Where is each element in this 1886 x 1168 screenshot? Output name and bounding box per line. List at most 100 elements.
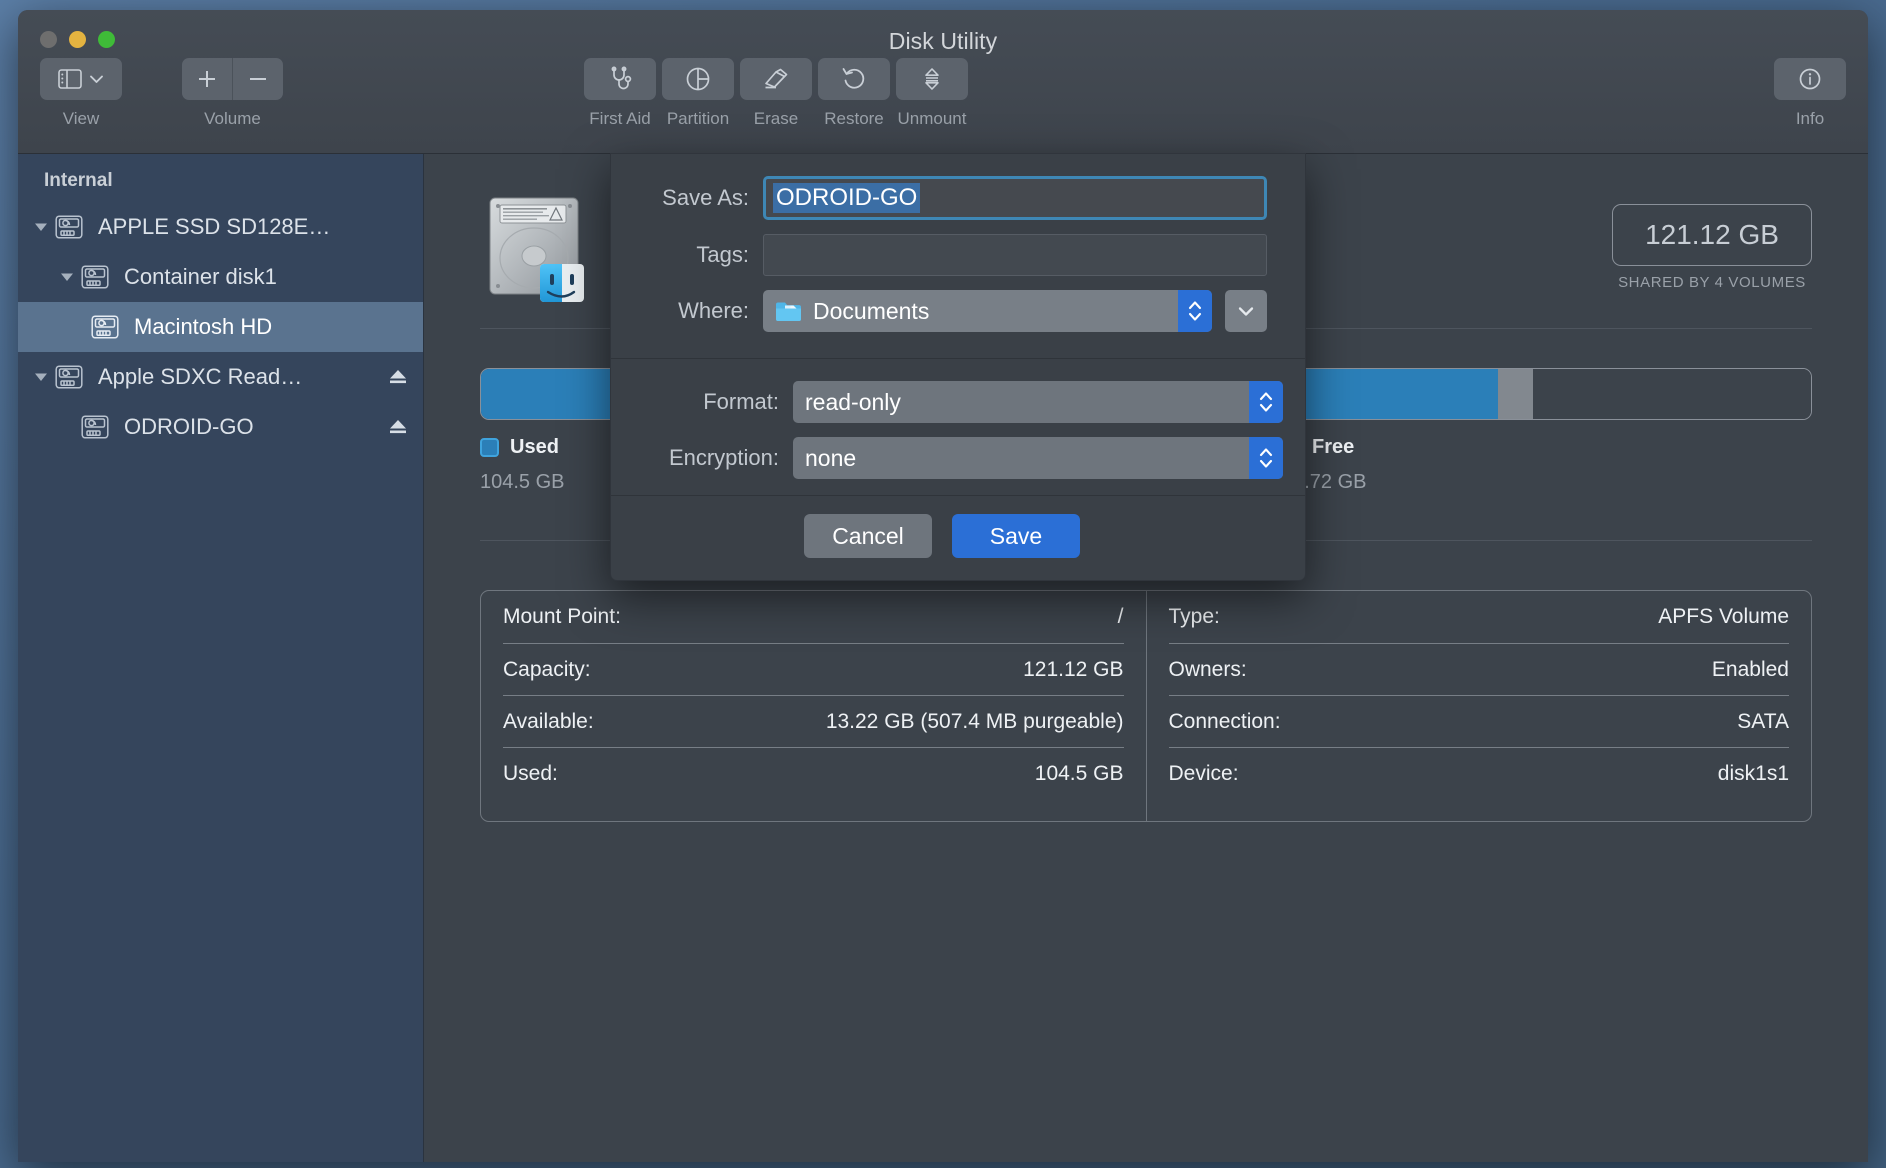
capacity-badge: 121.12 GB <box>1612 204 1812 266</box>
where-label: Where: <box>633 298 763 324</box>
sidebar-item-macintosh-hd[interactable]: Macintosh HD <box>18 302 423 352</box>
legend-used: Used 104.5 GB <box>480 436 565 494</box>
save-dialog-buttons: Cancel Save <box>611 496 1305 580</box>
info-row: Owners: Enabled <box>1169 643 1790 695</box>
erase-button[interactable] <box>740 58 812 100</box>
undo-arrow-icon <box>841 66 867 92</box>
format-popup-button[interactable]: read-only <box>793 381 1283 423</box>
info-key: Mount Point: <box>503 605 621 629</box>
info-key: Connection: <box>1169 710 1281 734</box>
sidebar-item-apple-ssd[interactable]: APPLE SSD SD128E… <box>18 202 423 252</box>
sidebar-item-odroid-go[interactable]: ODROID-GO <box>18 402 423 452</box>
info-label: Info <box>1796 109 1824 129</box>
save-button[interactable]: Save <box>952 514 1080 558</box>
info-row: Mount Point: / <box>503 591 1124 643</box>
encryption-stepper-icon[interactable] <box>1249 437 1283 479</box>
encryption-value: none <box>805 445 856 472</box>
info-key: Used: <box>503 762 558 786</box>
disclosure-triangle-down-icon[interactable] <box>28 371 54 383</box>
desktop-background: Disk Utility View <box>0 0 1886 1168</box>
tags-row: Tags: <box>633 234 1267 276</box>
format-row: Format: read-only <box>633 381 1283 423</box>
eject-icon[interactable] <box>387 368 409 386</box>
toolbar-group-view: View <box>40 58 122 129</box>
volume-segmented-control <box>182 58 283 100</box>
pie-chart-icon <box>685 66 711 92</box>
legend-used-value: 104.5 GB <box>480 471 565 494</box>
disclosure-triangle-down-icon[interactable] <box>54 271 80 283</box>
where-popup-button[interactable]: Documents <box>763 290 1212 332</box>
volume-info-panel: Mount Point: / Capacity: 121.12 GB Avail… <box>480 590 1812 822</box>
info-icon <box>1797 66 1823 92</box>
info-value: 13.22 GB (507.4 MB purgeable) <box>826 710 1124 734</box>
tags-input[interactable] <box>763 234 1267 276</box>
info-row: Connection: SATA <box>1169 695 1790 747</box>
unmount-action: Unmount <box>896 58 968 129</box>
info-value: APFS Volume <box>1658 605 1789 629</box>
window-title: Disk Utility <box>18 28 1868 55</box>
encryption-popup-button[interactable]: none <box>793 437 1283 479</box>
save-as-input[interactable]: ODROID-GO <box>763 176 1267 220</box>
partition-button[interactable] <box>662 58 734 100</box>
save-dialog-top-section: Save As: ODROID-GO Tags: Where: <box>611 154 1305 358</box>
info-column-right: Type: APFS Volume Owners: Enabled Connec… <box>1146 591 1812 821</box>
chevron-down-icon <box>1237 305 1255 317</box>
sidebar-item-label: ODROID-GO <box>124 414 254 440</box>
info-key: Type: <box>1169 605 1220 629</box>
expand-browser-button[interactable] <box>1225 290 1267 332</box>
remove-volume-button[interactable] <box>233 58 283 100</box>
volume-disk-image <box>484 192 588 304</box>
usage-segment-free <box>1533 369 1811 419</box>
info-button[interactable] <box>1774 58 1846 100</box>
save-dialog-sheet: Save As: ODROID-GO Tags: Where: <box>610 153 1306 581</box>
toolbar-group-info: Info <box>1774 58 1846 129</box>
info-row: Type: APFS Volume <box>1169 591 1790 643</box>
partition-action: Partition <box>662 58 734 129</box>
legend-used-label: Used <box>510 436 559 459</box>
eject-icon[interactable] <box>387 418 409 436</box>
sidebar-item-label: Macintosh HD <box>134 314 272 340</box>
legend-free-label: Free <box>1312 436 1354 459</box>
erase-action: Erase <box>740 58 812 129</box>
view-button[interactable] <box>40 58 122 100</box>
format-label: Format: <box>633 389 793 415</box>
info-row: Available: 13.22 GB (507.4 MB purgeable) <box>503 695 1124 747</box>
info-row: Used: 104.5 GB <box>503 747 1124 799</box>
sidebar-item-apple-sdxc-reader[interactable]: Apple SDXC Read… <box>18 352 423 402</box>
encryption-row: Encryption: none <box>633 437 1283 479</box>
format-value: read-only <box>805 389 901 416</box>
format-stepper-icon[interactable] <box>1249 381 1283 423</box>
encryption-label: Encryption: <box>633 445 793 471</box>
sidebar-item-label: APPLE SSD SD128E… <box>98 214 330 240</box>
info-value: 121.12 GB <box>1023 658 1123 682</box>
cancel-button[interactable]: Cancel <box>804 514 932 558</box>
info-value: disk1s1 <box>1718 762 1789 786</box>
info-key: Owners: <box>1169 658 1247 682</box>
sidebar-item-container-disk1[interactable]: Container disk1 <box>18 252 423 302</box>
unmount-button[interactable] <box>896 58 968 100</box>
hard-drive-icon <box>80 264 114 290</box>
view-label: View <box>63 109 100 129</box>
hard-drive-icon <box>54 214 88 240</box>
info-row: Capacity: 121.12 GB <box>503 643 1124 695</box>
sidebar-section-internal: Internal <box>18 154 423 202</box>
sidebar-item-label: Container disk1 <box>124 264 277 290</box>
restore-action: Restore <box>818 58 890 129</box>
sidebar-layout-icon <box>58 69 82 89</box>
disclosure-triangle-down-icon[interactable] <box>28 221 54 233</box>
where-row: Where: Documents <box>633 290 1267 332</box>
eject-stack-icon <box>919 66 945 92</box>
where-stepper-icon[interactable] <box>1178 290 1212 332</box>
save-as-value: ODROID-GO <box>773 183 920 213</box>
first-aid-button[interactable] <box>584 58 656 100</box>
first-aid-action: First Aid <box>584 58 656 129</box>
stethoscope-icon <box>607 66 633 92</box>
eraser-icon <box>762 66 790 92</box>
info-value: / <box>1118 605 1124 629</box>
tags-label: Tags: <box>633 242 763 268</box>
volume-label: Volume <box>204 109 261 129</box>
info-value: SATA <box>1737 710 1789 734</box>
info-key: Available: <box>503 710 594 734</box>
add-volume-button[interactable] <box>182 58 232 100</box>
restore-button[interactable] <box>818 58 890 100</box>
